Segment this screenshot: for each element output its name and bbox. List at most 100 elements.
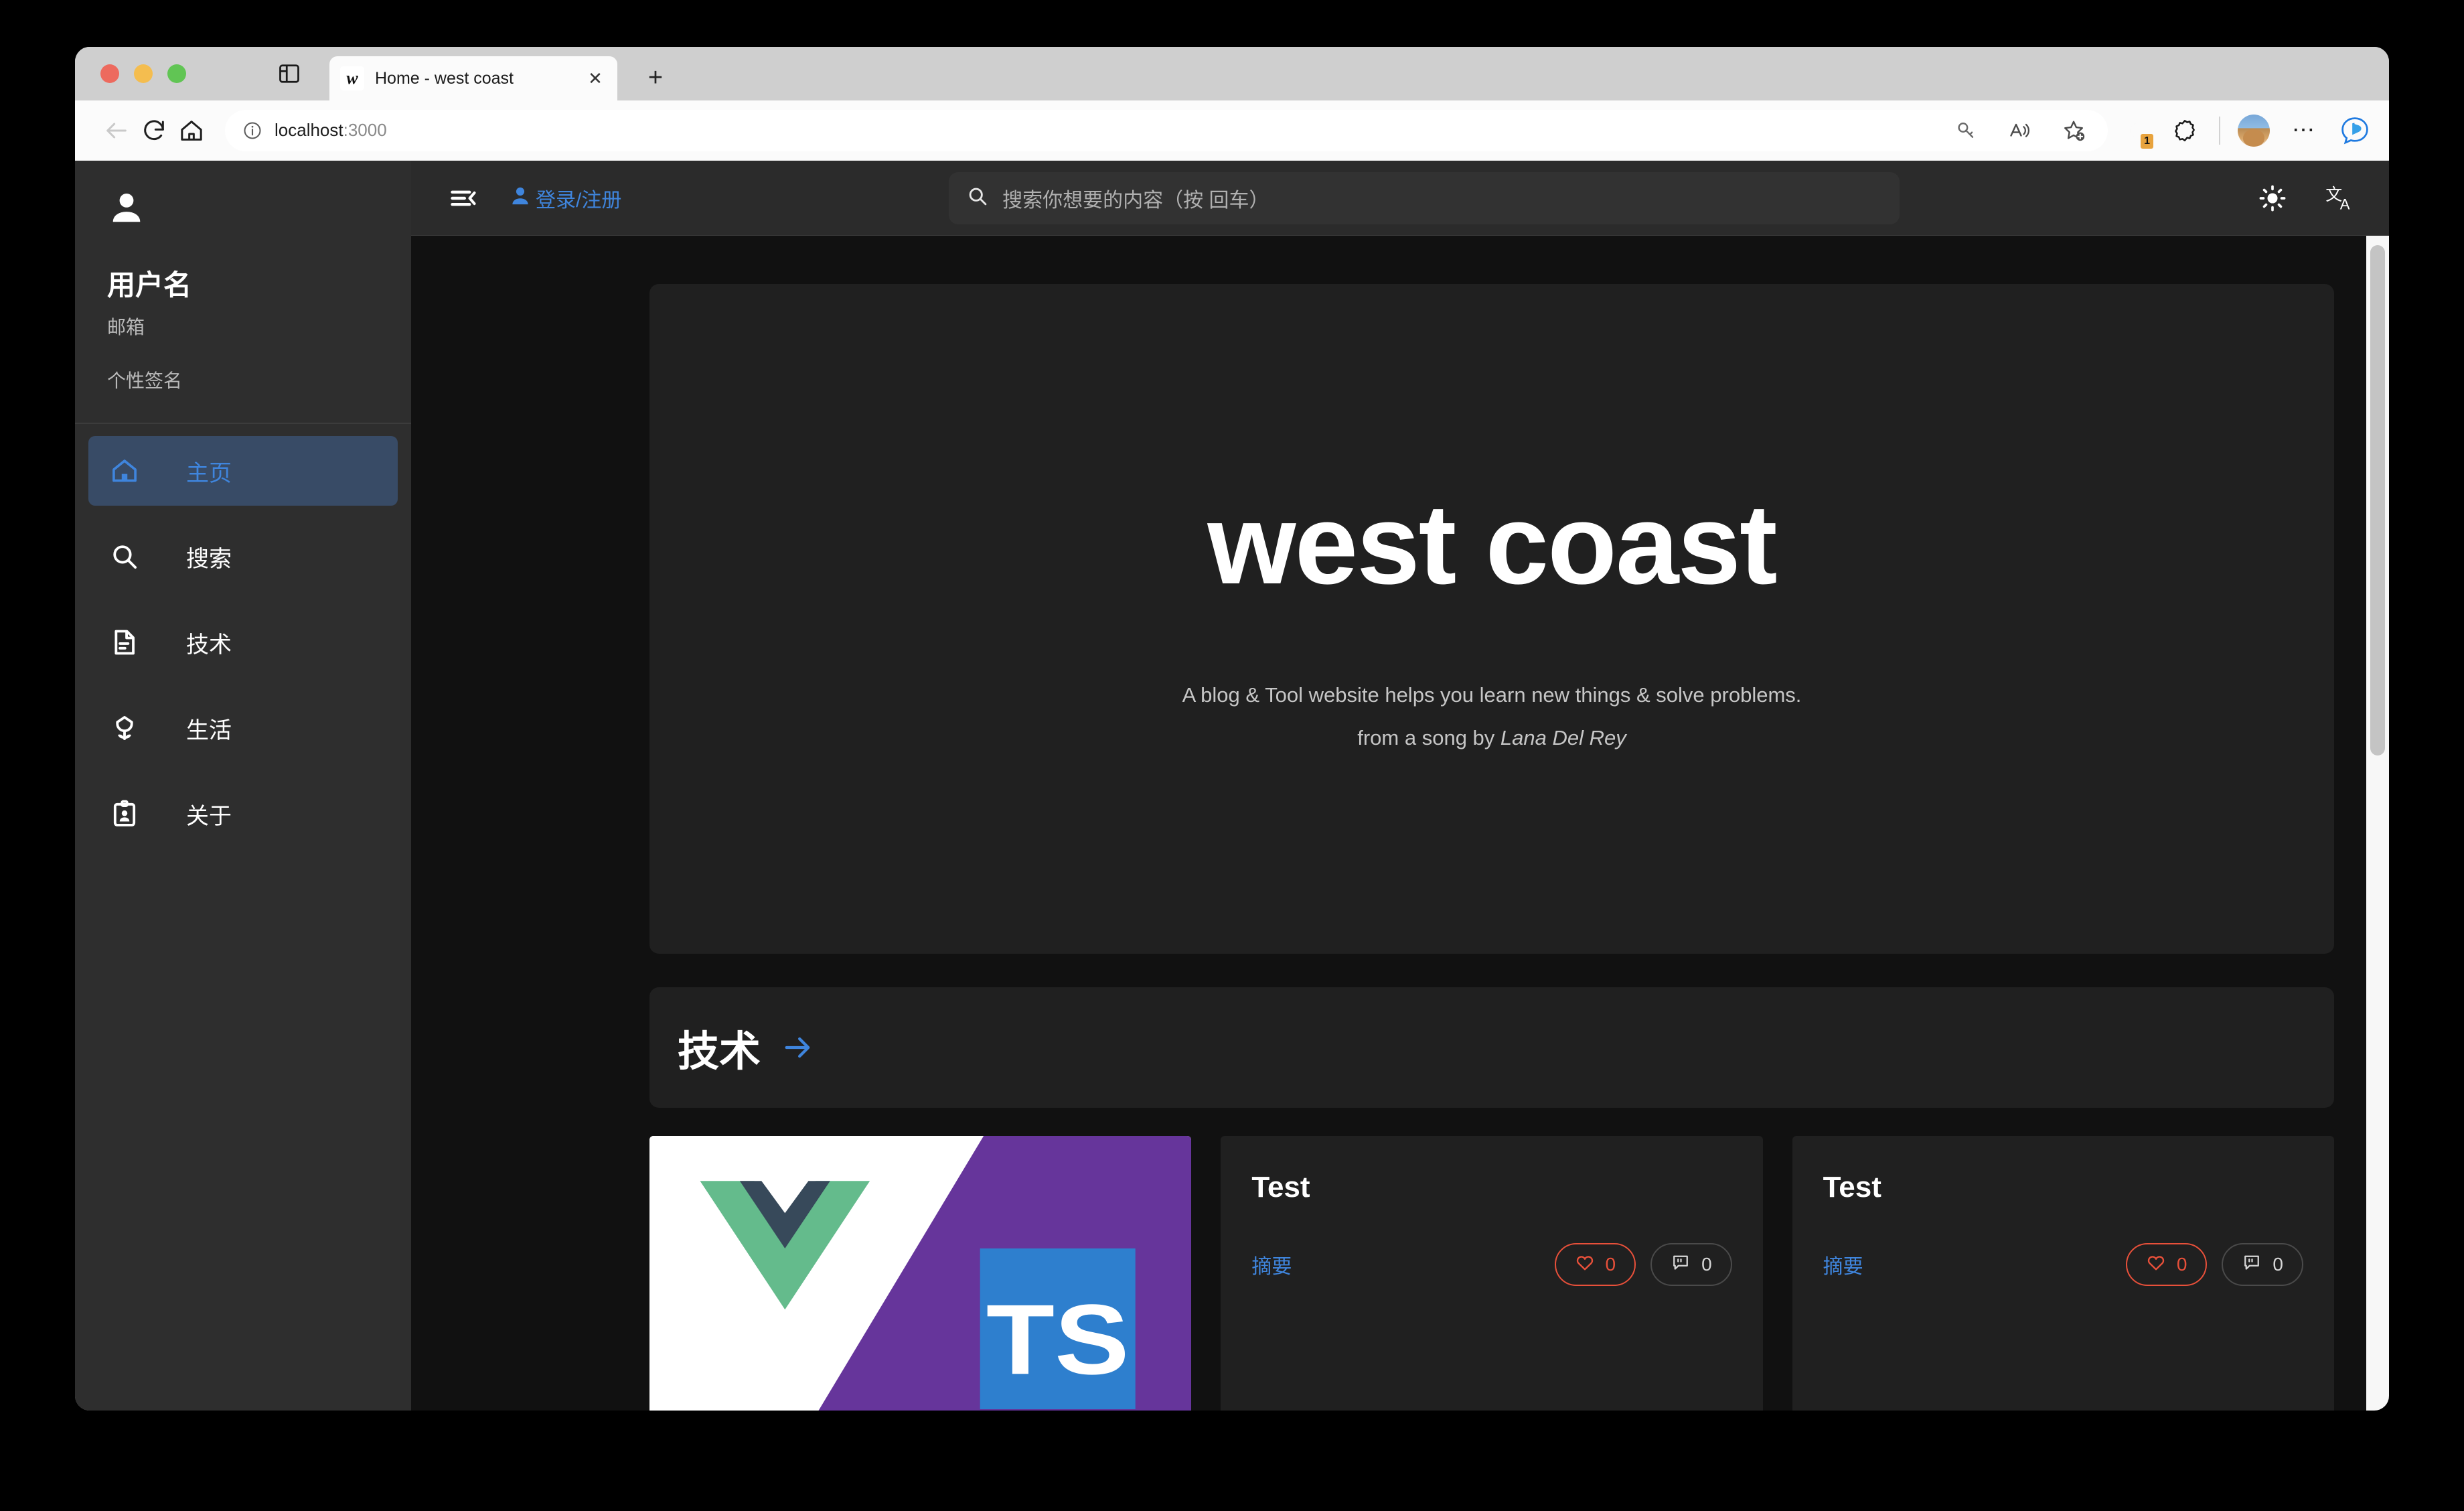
arrow-right-icon[interactable] bbox=[781, 1030, 816, 1065]
search-placeholder: 搜索你想要的内容（按 回车） bbox=[1002, 189, 1269, 212]
menu-collapse-icon[interactable] bbox=[447, 182, 479, 214]
heart-icon bbox=[2146, 1252, 2166, 1277]
address-bar-url: localhost:3000 bbox=[275, 120, 1950, 141]
toolbar-divider bbox=[2219, 116, 2220, 145]
comment-count: 0 bbox=[1701, 1254, 1712, 1275]
hero-subtitle-prefix: from a song by bbox=[1357, 726, 1500, 749]
person-icon bbox=[509, 185, 532, 211]
tab-title: Home - west coast bbox=[375, 68, 514, 88]
post-card-title: Test bbox=[1823, 1171, 1881, 1204]
url-host: localhost bbox=[275, 120, 343, 140]
svg-text:A: A bbox=[2340, 196, 2350, 212]
page-viewport: 用户名 邮箱 个性签名 主页 搜索 技术 生活 关于 登录/注册 搜索你想要的内… bbox=[75, 161, 2389, 1411]
section-header-tech[interactable]: 技术 bbox=[649, 987, 2334, 1108]
hero-subtitle-artist: Lana Del Rey bbox=[1500, 726, 1626, 749]
page-scroll-region[interactable]: west coast A blog & Tool website helps y… bbox=[411, 236, 2389, 1411]
post-card-meta: 摘要 0 0 bbox=[1823, 1243, 2303, 1286]
person-icon[interactable] bbox=[107, 189, 149, 230]
sidebar-item-search[interactable]: 搜索 bbox=[88, 522, 398, 591]
sidebar-item-tech[interactable]: 技术 bbox=[88, 607, 398, 677]
browser-toolbar-actions: 1 ⋯ bbox=[2117, 114, 2372, 149]
post-card-title: Test bbox=[1251, 1171, 1310, 1204]
profile-bio: 个性签名 bbox=[107, 370, 183, 391]
sidebar-item-label: 主页 bbox=[186, 460, 232, 486]
tab-favicon: w bbox=[340, 66, 364, 90]
post-card-excerpt[interactable]: 摘要 bbox=[1251, 1250, 1292, 1279]
page-scrollbar-thumb[interactable] bbox=[2370, 245, 2385, 756]
bing-copilot-icon[interactable] bbox=[2338, 114, 2372, 147]
panel-icon[interactable] bbox=[279, 64, 299, 83]
collections-icon[interactable] bbox=[2168, 114, 2202, 147]
reload-icon[interactable] bbox=[135, 112, 173, 149]
post-card-stats: 0 0 bbox=[2125, 1243, 2303, 1286]
search-input[interactable]: 搜索你想要的内容（按 回车） bbox=[949, 171, 1900, 224]
read-aloud-icon[interactable] bbox=[2003, 114, 2037, 147]
home-icon[interactable] bbox=[173, 112, 210, 149]
post-card-excerpt[interactable]: 摘要 bbox=[1823, 1250, 1863, 1279]
sidebar-item-home[interactable]: 主页 bbox=[88, 436, 398, 506]
comment-button[interactable]: 0 bbox=[1650, 1243, 1732, 1286]
like-button[interactable]: 0 bbox=[1554, 1243, 1636, 1286]
sidebar-item-label: 技术 bbox=[186, 632, 232, 658]
omnibox-actions bbox=[1950, 114, 2094, 147]
back-arrow-icon[interactable] bbox=[98, 112, 135, 149]
address-bar[interactable]: localhost:3000 bbox=[225, 109, 2108, 151]
page-inner: west coast A blog & Tool website helps y… bbox=[411, 284, 2389, 1411]
comment-icon bbox=[1671, 1252, 1691, 1277]
appbar-actions: 文 A bbox=[2254, 179, 2358, 217]
more-options-icon[interactable]: ⋯ bbox=[2287, 114, 2321, 147]
sidebar-item-life[interactable]: 生活 bbox=[88, 693, 398, 763]
hero-subtitle-1: A blog & Tool website helps you learn ne… bbox=[1182, 683, 1802, 707]
post-card-meta: 摘要 0 0 bbox=[1251, 1243, 1732, 1286]
zoom-window-button[interactable] bbox=[167, 64, 186, 83]
svg-text:TS: TS bbox=[986, 1284, 1130, 1395]
minimize-window-button[interactable] bbox=[134, 64, 153, 83]
sidebar-item-about[interactable]: 关于 bbox=[88, 779, 398, 849]
key-icon[interactable] bbox=[1950, 114, 1983, 147]
site-sidebar: 用户名 邮箱 个性签名 主页 搜索 技术 生活 关于 bbox=[75, 161, 411, 1411]
extension-puzzle-icon[interactable]: 1 bbox=[2117, 114, 2153, 149]
translate-icon[interactable]: 文 A bbox=[2321, 179, 2358, 217]
close-window-button[interactable] bbox=[100, 64, 119, 83]
like-button[interactable]: 0 bbox=[2125, 1243, 2208, 1286]
browser-tabstrip: w Home - west coast ✕ + bbox=[75, 47, 2389, 100]
site-content: 登录/注册 搜索你想要的内容（按 回车） 文 A west coast A bl… bbox=[411, 161, 2389, 1411]
hero-banner: west coast A blog & Tool website helps y… bbox=[649, 284, 2334, 954]
login-register-link[interactable]: 登录/注册 bbox=[509, 184, 621, 213]
profile-block: 用户名 邮箱 个性签名 bbox=[75, 161, 411, 423]
browser-toolbar: localhost:3000 1 ⋯ bbox=[75, 100, 2389, 161]
card-grid: TS Test 摘要 0 0 Test 摘要 0 0 bbox=[649, 1136, 2334, 1411]
post-card[interactable]: Test 摘要 0 0 bbox=[1221, 1136, 1763, 1411]
hero-title: west coast bbox=[1207, 481, 1777, 608]
like-count: 0 bbox=[2176, 1254, 2187, 1275]
hero-subtitle-2: from a song by Lana Del Rey bbox=[1357, 726, 1626, 750]
clipboard-person-icon bbox=[106, 795, 143, 833]
sun-icon[interactable] bbox=[2254, 179, 2291, 217]
post-card-image[interactable]: TS bbox=[649, 1136, 1192, 1411]
post-card[interactable]: Test 摘要 0 0 bbox=[1792, 1136, 2334, 1411]
comment-count: 0 bbox=[2273, 1254, 2283, 1275]
page-scrollbar[interactable] bbox=[2366, 236, 2389, 1411]
comment-icon bbox=[2242, 1252, 2262, 1277]
search-icon bbox=[106, 538, 143, 575]
comment-button[interactable]: 0 bbox=[2222, 1243, 2303, 1286]
new-tab-button[interactable]: + bbox=[641, 63, 670, 92]
add-favorite-icon[interactable] bbox=[2057, 114, 2090, 147]
info-icon[interactable] bbox=[241, 119, 264, 142]
like-count: 0 bbox=[1605, 1254, 1616, 1275]
sidebar-item-label: 关于 bbox=[186, 803, 232, 829]
heart-icon bbox=[1575, 1252, 1595, 1277]
section-title: 技术 bbox=[678, 1029, 761, 1075]
post-card-stats: 0 0 bbox=[1554, 1243, 1732, 1286]
url-port: :3000 bbox=[343, 120, 387, 140]
browser-tab[interactable]: w Home - west coast ✕ bbox=[329, 56, 617, 100]
site-appbar: 登录/注册 搜索你想要的内容（按 回车） 文 A bbox=[411, 161, 2389, 236]
post-card-body: Test 摘要 0 0 bbox=[1792, 1136, 2334, 1286]
post-card-body: Test 摘要 0 0 bbox=[1221, 1136, 1762, 1286]
profile-username: 用户名 bbox=[107, 269, 192, 301]
close-icon[interactable]: ✕ bbox=[584, 67, 607, 90]
avatar[interactable] bbox=[2238, 114, 2270, 147]
home-icon bbox=[106, 452, 143, 490]
sidebar-item-label: 生活 bbox=[186, 717, 232, 743]
profile-email: 邮箱 bbox=[107, 317, 145, 338]
